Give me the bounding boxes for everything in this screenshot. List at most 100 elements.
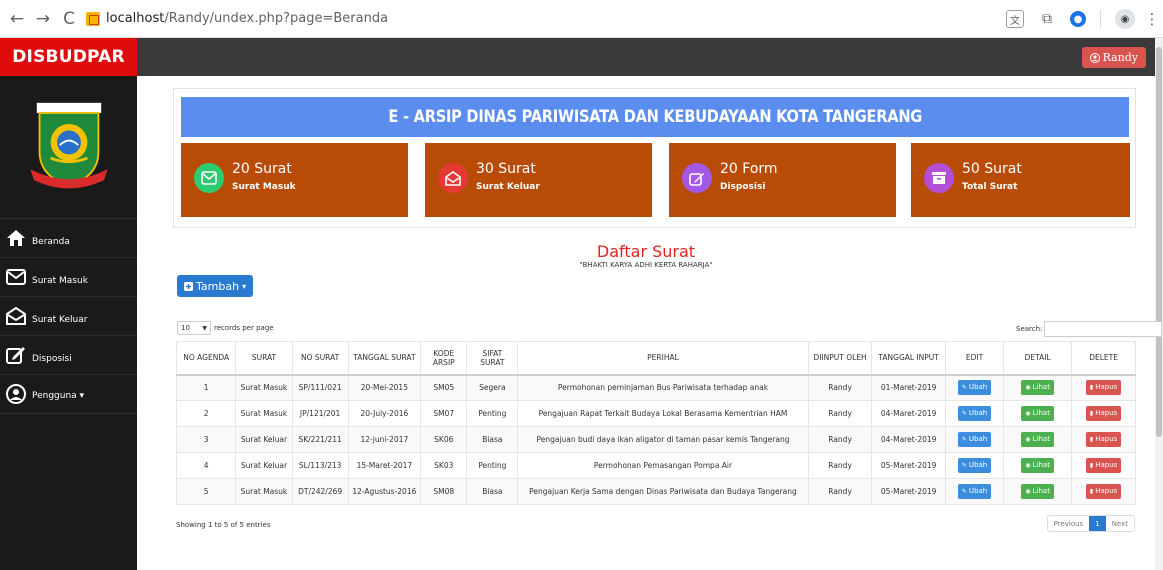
column-header[interactable]: SURAT (235, 341, 293, 376)
pagination-next[interactable]: Next (1106, 516, 1134, 531)
table-cell: 20-Mei-2015 (347, 374, 422, 401)
records-per-page-select[interactable]: 10 ▼ (177, 321, 211, 335)
action-cell: ✎ Ubah (944, 400, 1005, 427)
table-cell: 12-Agustus-2016 (347, 478, 422, 505)
table-header-row: NO AGENDA SURAT NO SURAT TANGGAL SURAT K… (175, 341, 1136, 376)
table-row: 1 Surat Masuk SP/111/021 20-Mei-2015 SM05 Seg… (175, 374, 1136, 401)
action-label: Hapus (1095, 487, 1118, 495)
profile-avatar-icon[interactable]: ◉ (1115, 9, 1135, 29)
action-label: Ubah (968, 461, 988, 469)
delete-button[interactable]: ▮ Hapus (1085, 380, 1122, 396)
stat-label: Total Surat (962, 182, 1018, 192)
add-dropdown-button[interactable]: Tambah ▾ (177, 275, 254, 297)
view-button[interactable]: ◉ Lihat (1021, 432, 1054, 447)
stat-label: Disposisi (720, 182, 766, 192)
translate-icon[interactable]: 文 (1006, 10, 1024, 28)
search-extension-icon[interactable]: ● (1070, 11, 1086, 27)
table-cell: 5 (175, 478, 237, 505)
browser-toolbar: ← → C localhost/Randy/undex.php?page=Ber… (0, 0, 1163, 38)
address-bar[interactable]: localhost/Randy/undex.php?page=Beranda (86, 11, 388, 26)
forward-icon[interactable]: → (32, 8, 54, 30)
pagination-previous[interactable]: Previous (1048, 516, 1090, 531)
search-input[interactable] (1044, 321, 1163, 337)
stat-value: 20 Surat (232, 161, 292, 177)
url-text[interactable]: localhost/Randy/undex.php?page=Beranda (106, 11, 388, 26)
edit-button[interactable]: ✎ Ubah (957, 406, 992, 421)
delete-button[interactable]: ▮ Hapus (1085, 406, 1122, 421)
view-button[interactable]: ◉ Lihat (1021, 484, 1054, 499)
plus-square-icon (184, 281, 193, 291)
brand-title[interactable]: DISBUDPAR (0, 38, 137, 76)
records-value: 10 (181, 324, 190, 332)
stat-value: 30 Surat (476, 161, 536, 177)
sidebar-item-beranda[interactable]: Beranda (0, 219, 137, 258)
envelope-open-icon (438, 163, 468, 193)
column-header[interactable]: NO AGENDA (175, 341, 237, 376)
action-cell: ◉ Lihat (1003, 400, 1073, 427)
column-header[interactable]: SIFAT SURAT (466, 341, 519, 376)
column-header[interactable]: DIINPUT OLEH (807, 341, 873, 376)
banner-title: E - ARSIP DINAS PARIWISATA DAN KEBUDAYAA… (388, 107, 922, 127)
stat-card-total-surat[interactable]: 50 Surat Total Surat (911, 143, 1130, 217)
stat-card-surat-masuk[interactable]: 20 Surat Surat Masuk (181, 143, 408, 217)
column-header[interactable]: DETAIL (1003, 341, 1073, 376)
action-label: Hapus (1095, 383, 1118, 392)
table-cell: 20-July-2016 (347, 400, 422, 427)
edit-button[interactable]: ✎ Ubah (957, 380, 992, 396)
view-button[interactable]: ◉ Lihat (1021, 380, 1054, 396)
column-header[interactable]: PERIHAL (517, 341, 809, 376)
table-cell: Surat Masuk (235, 400, 293, 427)
add-button-label: Tambah (196, 279, 240, 293)
page-scrollbar[interactable] (1155, 38, 1163, 570)
sidebar-item-label: Disposisi (32, 354, 72, 364)
edit-button[interactable]: ✎ Ubah (957, 432, 992, 447)
column-header[interactable]: TANGGAL SURAT (347, 341, 422, 376)
stat-value: 50 Surat (962, 161, 1022, 177)
user-name: Randy (1102, 51, 1138, 64)
user-menu-button[interactable]: Randy (1081, 47, 1146, 68)
view-button[interactable]: ◉ Lihat (1021, 458, 1054, 473)
screenshot-extension-icon[interactable]: ⧉ (1038, 10, 1056, 28)
sidebar-item-surat-keluar[interactable]: Surat Keluar (0, 297, 137, 336)
delete-button[interactable]: ▮ Hapus (1085, 432, 1122, 447)
eye-icon: ◉ (1025, 462, 1031, 469)
action-label: Hapus (1095, 435, 1118, 443)
table-cell: 12-juni-2017 (347, 426, 422, 453)
column-header[interactable]: TANGGAL INPUT (871, 341, 946, 376)
column-header[interactable]: EDIT (944, 341, 1005, 376)
table-cell: Pengajuan Kerja Sama dengan Dinas Pariwi… (517, 478, 809, 505)
column-header[interactable]: KODE ARSIP (420, 341, 468, 376)
table-cell: DT/242/269 (291, 478, 349, 505)
column-header[interactable]: DELETE (1071, 341, 1136, 376)
sidebar: DISBUDPAR Beranda Surat Masuk Surat Kelu… (0, 38, 137, 570)
sidebar-item-surat-masuk[interactable]: Surat Masuk (0, 258, 137, 297)
trash-icon: ▮ (1089, 488, 1094, 495)
table-row: 3 Surat Keluar SK/221/211 12-juni-2017 SK06 B… (175, 426, 1136, 453)
table-cell: SK/221/211 (291, 426, 349, 453)
edit-button[interactable]: ✎ Ubah (957, 484, 992, 499)
user-circle-icon (1089, 52, 1100, 63)
stat-card-disposisi[interactable]: 20 Form Disposisi (669, 143, 896, 217)
scrollbar-thumb[interactable] (1156, 47, 1162, 437)
sidebar-item-label: Pengguna ▾ (32, 390, 85, 401)
eye-icon: ◉ (1025, 410, 1031, 417)
column-header[interactable]: NO SURAT (291, 341, 349, 376)
table-cell: 1 (175, 374, 237, 401)
view-button[interactable]: ◉ Lihat (1021, 406, 1054, 421)
back-icon[interactable]: ← (6, 8, 28, 30)
action-label: Lihat (1032, 435, 1050, 443)
delete-button[interactable]: ▮ Hapus (1085, 458, 1122, 473)
stat-card-surat-keluar[interactable]: 30 Surat Surat Keluar (425, 143, 652, 217)
edit-button[interactable]: ✎ Ubah (957, 458, 992, 473)
table-cell: SP/111/021 (291, 374, 349, 401)
reload-icon[interactable]: C (58, 8, 80, 30)
sidebar-item-pengguna[interactable]: Pengguna ▾ (0, 375, 137, 414)
sidebar-item-label: Surat Masuk (32, 276, 88, 286)
browser-menu-icon[interactable]: ⋮ (1145, 10, 1160, 28)
table-cell: SK06 (420, 426, 468, 453)
action-cell: ▮ Hapus (1071, 452, 1136, 479)
pagination-page-1[interactable]: 1 (1089, 516, 1106, 531)
eye-icon: ◉ (1025, 488, 1031, 495)
sidebar-item-disposisi[interactable]: Disposisi (0, 336, 137, 375)
delete-button[interactable]: ▮ Hapus (1085, 484, 1122, 499)
